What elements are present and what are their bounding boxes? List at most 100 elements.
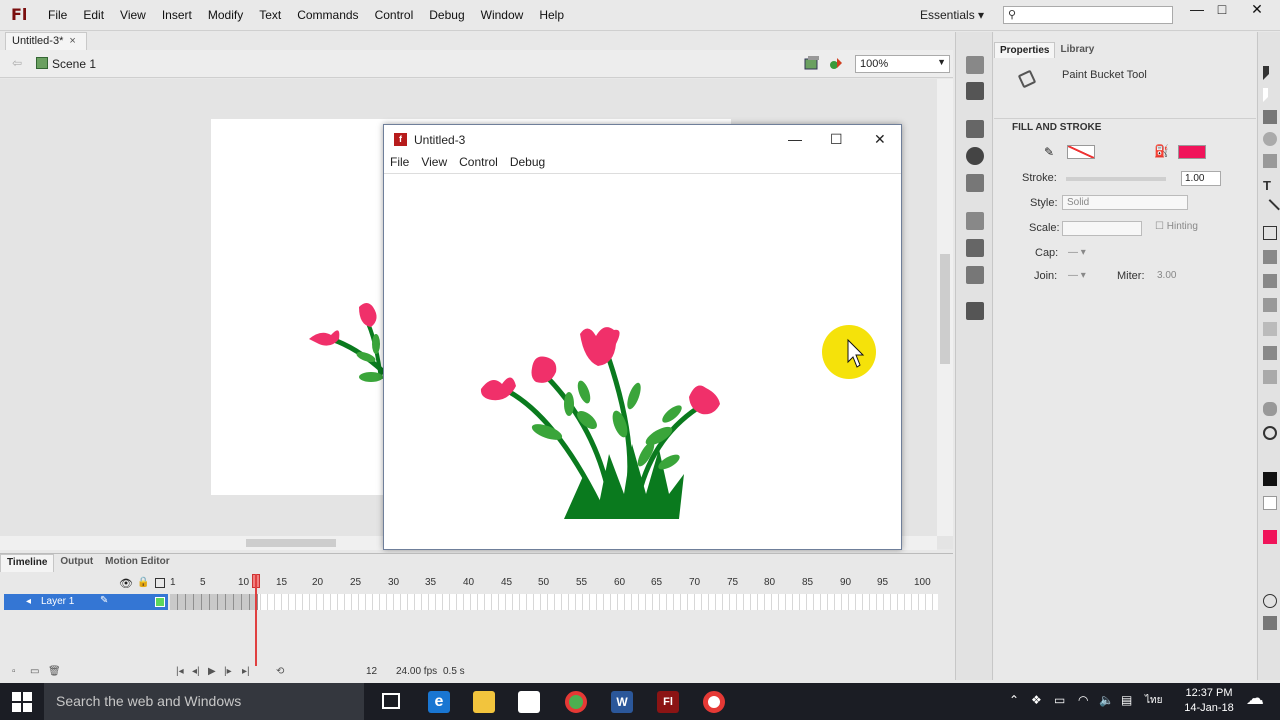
menu-control[interactable]: Control <box>367 8 422 22</box>
file-explorer-icon[interactable] <box>473 691 495 713</box>
fill-and-stroke-section[interactable]: FILL AND STROKE <box>994 118 1256 136</box>
scale-select[interactable] <box>1062 221 1142 236</box>
stage-vertical-scrollbar[interactable] <box>937 79 953 536</box>
battery-icon[interactable]: ▭ <box>1054 693 1065 707</box>
zoom-tool-icon[interactable] <box>1263 426 1277 440</box>
snap-icon[interactable] <box>1263 616 1277 630</box>
rectangle-tool-icon[interactable] <box>1263 226 1277 240</box>
tab-output[interactable]: Output <box>54 554 99 572</box>
hinting-checkbox[interactable]: ☐ Hinting <box>1155 221 1198 232</box>
transform-icon[interactable] <box>966 174 984 192</box>
start-button[interactable] <box>12 692 32 712</box>
onedrive-icon[interactable]: ☁ <box>1246 688 1264 709</box>
align-icon[interactable] <box>966 120 984 138</box>
miter-value[interactable]: 3.00 <box>1157 270 1176 281</box>
color-icon[interactable] <box>966 56 984 74</box>
playhead[interactable] <box>255 574 257 666</box>
dropbox-icon[interactable]: ❖ <box>1031 693 1042 707</box>
taskbar-search[interactable]: Search the web and Windows <box>44 683 364 720</box>
step-forward-icon[interactable]: |▸ <box>224 666 232 677</box>
player-menu-file[interactable]: File <box>384 155 415 173</box>
text-tool-icon[interactable]: T <box>1263 178 1277 193</box>
document-tab[interactable]: Untitled-3* × <box>5 32 87 50</box>
frame-rate[interactable]: 24.00 fps <box>396 666 437 677</box>
help-search-input[interactable]: ⚲ <box>1003 6 1173 24</box>
recorder-icon[interactable] <box>703 691 725 713</box>
subselection-tool-icon[interactable] <box>1263 88 1277 102</box>
menu-commands[interactable]: Commands <box>289 8 366 22</box>
bone-tool-icon[interactable] <box>1263 298 1277 312</box>
swap-colors-icon[interactable] <box>1263 496 1277 510</box>
player-menu-debug[interactable]: Debug <box>504 155 551 173</box>
lock-icon[interactable]: 🔒 <box>137 577 149 588</box>
style-select[interactable]: Solid <box>1062 195 1188 210</box>
edge-icon[interactable]: e <box>428 691 450 713</box>
object-drawing-icon[interactable] <box>1263 594 1277 608</box>
volume-icon[interactable]: 🔈 <box>1099 693 1114 707</box>
bucket-tool-icon[interactable] <box>1263 322 1277 336</box>
menu-help[interactable]: Help <box>531 8 572 22</box>
flash-icon[interactable]: Fl <box>657 691 679 713</box>
brush-tool-icon[interactable] <box>1263 274 1277 288</box>
menu-insert[interactable]: Insert <box>154 8 200 22</box>
wifi-icon[interactable]: ◠ <box>1078 693 1088 707</box>
delete-icon[interactable]: 🗑 <box>48 666 61 677</box>
menu-text[interactable]: Text <box>251 8 289 22</box>
join-select[interactable]: — ▾ <box>1068 270 1086 281</box>
workspace-switcher[interactable]: Essentials ▾ <box>920 8 984 22</box>
timeline-ruler[interactable]: 1 5 10 15 20 25 30 35 40 45 50 55 60 65 … <box>168 576 938 590</box>
outline-icon[interactable] <box>155 578 165 588</box>
first-frame-icon[interactable]: |◂ <box>176 666 184 677</box>
player-menu-control[interactable]: Control <box>453 155 504 173</box>
selection-tool-icon[interactable] <box>1263 66 1277 80</box>
edit-scene-icon[interactable] <box>804 55 820 71</box>
line-tool-icon[interactable] <box>1260 199 1280 219</box>
fill-color-swatch[interactable] <box>1178 145 1206 159</box>
loop-icon[interactable]: ⟲ <box>276 666 284 677</box>
tab-motion-editor[interactable]: Motion Editor <box>99 554 175 572</box>
step-back-icon[interactable]: ◂| <box>192 666 200 677</box>
stroke-color-icon[interactable] <box>1263 472 1277 486</box>
close-button[interactable]: ✕ <box>1245 1 1269 21</box>
task-view-icon[interactable] <box>382 693 400 709</box>
close-icon[interactable]: × <box>69 35 75 47</box>
scrollbar-thumb[interactable] <box>940 254 950 364</box>
stroke-slider[interactable] <box>1066 177 1166 181</box>
history-icon[interactable] <box>966 302 984 320</box>
eyedropper-tool-icon[interactable] <box>1263 346 1277 360</box>
player-maximize-button[interactable]: ☐ <box>830 131 843 148</box>
tab-timeline[interactable]: Timeline <box>0 554 55 572</box>
motion-presets-icon[interactable] <box>966 266 984 284</box>
chrome-icon[interactable] <box>565 691 587 713</box>
scrollbar-thumb[interactable] <box>246 539 336 547</box>
stroke-color-swatch[interactable] <box>1067 145 1095 159</box>
edit-symbols-icon[interactable] <box>828 55 844 71</box>
last-frame-icon[interactable]: ▸| <box>242 666 250 677</box>
eye-icon[interactable]: 👁 <box>119 577 133 590</box>
player-titlebar[interactable]: f Untitled-3 — ☐ ✕ <box>384 125 901 155</box>
player-minimize-button[interactable]: — <box>788 131 802 147</box>
menu-modify[interactable]: Modify <box>200 8 251 22</box>
eraser-tool-icon[interactable] <box>1263 370 1277 384</box>
swatches-icon[interactable] <box>966 82 984 100</box>
minimize-button[interactable]: — <box>1185 1 1209 21</box>
layer-frames[interactable] <box>170 594 938 610</box>
info-icon[interactable] <box>966 147 984 165</box>
tab-properties[interactable]: Properties <box>994 42 1056 58</box>
new-folder-icon[interactable]: ▭ <box>30 666 39 677</box>
new-layer-icon[interactable]: ▫ <box>12 666 16 677</box>
layer-name[interactable]: Layer 1 <box>41 596 74 607</box>
menu-debug[interactable]: Debug <box>421 8 472 22</box>
scene-label[interactable]: Scene 1 <box>52 57 96 71</box>
back-arrow-icon[interactable]: ⇦ <box>12 56 22 70</box>
cap-select[interactable]: — ▾ <box>1068 247 1086 258</box>
language-icon[interactable]: ไทย <box>1145 693 1162 708</box>
free-transform-icon[interactable] <box>1263 110 1277 124</box>
hand-tool-icon[interactable] <box>1263 402 1277 416</box>
pencil-tool-icon[interactable] <box>1263 250 1277 264</box>
play-icon[interactable]: ▶ <box>208 666 216 677</box>
code-snippets-icon[interactable] <box>966 212 984 230</box>
menu-file[interactable]: File <box>40 8 75 22</box>
word-icon[interactable]: W <box>611 691 633 713</box>
menu-view[interactable]: View <box>112 8 154 22</box>
